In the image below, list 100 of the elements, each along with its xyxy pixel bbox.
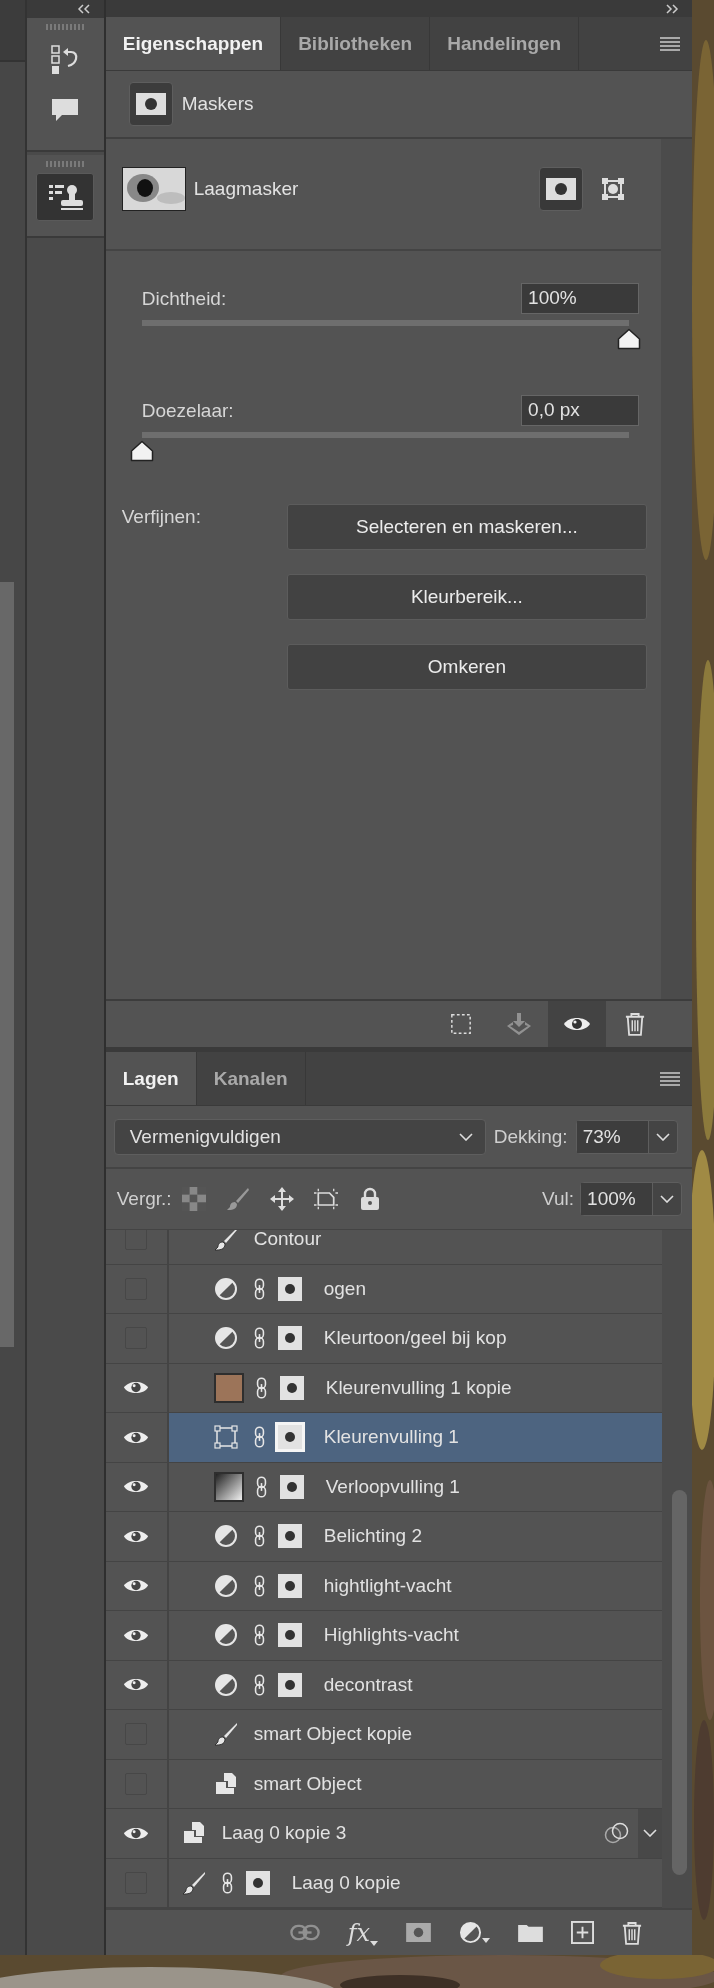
link-icon[interactable]: [255, 1474, 267, 1499]
layer-name: Contour: [253, 1230, 322, 1251]
action-button[interactable]: Kleurbereik...: [286, 574, 648, 621]
new-layer-button[interactable]: [571, 1921, 595, 1944]
trash-icon: [622, 1920, 643, 1945]
layer-name: smart Object kopie: [253, 1723, 413, 1746]
smart-object-icon: [181, 1821, 206, 1846]
pixel-mask-button[interactable]: [539, 167, 584, 212]
slider-label: Dichtheid:: [141, 287, 227, 310]
layer-row[interactable]: Laag 0 kopie: [105, 1858, 663, 1908]
link-icon[interactable]: [253, 1524, 265, 1549]
grip-handle[interactable]: [46, 24, 85, 30]
expand-icon[interactable]: [664, 3, 681, 14]
adjustment-icon: [213, 1276, 238, 1301]
blend-mode-dropdown[interactable]: Vermenigvuldigen: [113, 1118, 486, 1155]
layer-row[interactable]: smart Object: [105, 1759, 663, 1809]
folder-icon: [518, 1923, 544, 1942]
mask-label: Laagmasker: [193, 178, 299, 201]
adjustment-icon: [213, 1524, 238, 1549]
move-icon[interactable]: [269, 1187, 294, 1211]
layer-name: hightlight-vacht: [323, 1574, 452, 1597]
link-icon[interactable]: [253, 1672, 265, 1697]
opacity-label: Dekking:: [493, 1125, 568, 1148]
link-icon[interactable]: [253, 1425, 265, 1450]
lock-label: Vergr.:: [116, 1188, 172, 1210]
adjustment-button[interactable]: [459, 1921, 491, 1944]
new-group-button[interactable]: [518, 1923, 544, 1942]
layer-row[interactable]: Highlights-vacht: [105, 1611, 663, 1661]
layer-name: Kleurenvulling 1: [323, 1426, 459, 1449]
chevron-icon: [643, 1829, 658, 1838]
layer-name: Belichting 2: [323, 1525, 422, 1548]
mask-button[interactable]: [128, 82, 173, 127]
panel-tab[interactable]: Kanalen: [196, 1052, 306, 1105]
link-icon[interactable]: [253, 1573, 265, 1598]
link-icon[interactable]: [255, 1375, 267, 1400]
section-title: Maskers: [181, 93, 254, 116]
layer-name: decontrast: [323, 1673, 413, 1696]
layer-row[interactable]: hightlight-vacht: [105, 1561, 663, 1611]
scrollbar-thumb[interactable]: [672, 1490, 688, 1875]
effects-button[interactable]: fx: [347, 1918, 379, 1947]
trash-icon: [625, 1012, 646, 1037]
caret-icon: [370, 1940, 379, 1946]
gradient-thumbnail: [213, 1471, 244, 1502]
plus-square-icon: [571, 1921, 595, 1944]
brush-icon[interactable]: [225, 1187, 250, 1211]
layer-row[interactable]: Contour: [105, 1230, 663, 1265]
menu-icon[interactable]: [660, 1071, 681, 1086]
properties-button[interactable]: [36, 173, 95, 221]
slider-thumb[interactable]: [617, 328, 642, 351]
layer-row[interactable]: smart Object kopie: [105, 1710, 663, 1760]
scrollbar-track[interactable]: [662, 1230, 693, 1908]
mask-icon: [406, 1923, 432, 1942]
layer-name: Laag 0 kopie: [291, 1871, 401, 1894]
grip-handle[interactable]: [46, 161, 85, 167]
link-icon[interactable]: [253, 1623, 265, 1648]
chevron-down-icon: [458, 1132, 473, 1141]
visibility-button[interactable]: [548, 1001, 607, 1048]
panel-tab[interactable]: Handelingen: [430, 17, 580, 71]
fill-label: Vul:: [542, 1188, 575, 1210]
artboard-icon[interactable]: [313, 1187, 338, 1211]
menu-icon[interactable]: [660, 36, 681, 51]
mask-icon: [135, 93, 166, 116]
layer-row[interactable]: decontrast: [105, 1660, 663, 1710]
link-icon: [289, 1924, 320, 1941]
chevron-down-icon: [660, 1195, 675, 1203]
layer-row[interactable]: Belichting 2: [105, 1512, 663, 1562]
layer-row[interactable]: Laag 0 kopie 3: [105, 1809, 663, 1859]
collapse-icon[interactable]: [75, 4, 92, 14]
caret-icon: [482, 1938, 491, 1943]
panel-tab[interactable]: Eigenschappen: [105, 17, 282, 71]
add-mask-button[interactable]: [406, 1923, 432, 1942]
link-icon[interactable]: [253, 1276, 265, 1301]
layer-name: Kleurtoon/geel bij kop: [323, 1327, 507, 1350]
slider-thumb[interactable]: [129, 440, 154, 463]
panel-tab[interactable]: Bibliotheken: [281, 17, 431, 71]
brush-icon: [213, 1722, 238, 1747]
layer-row[interactable]: ogen: [105, 1264, 663, 1314]
layer-row[interactable]: Verloopvulling 1: [105, 1462, 663, 1512]
mask-icon: [546, 178, 577, 201]
value-field[interactable]: 100%: [521, 283, 640, 315]
panel-tab[interactable]: Lagen: [105, 1052, 197, 1105]
mask-thumbnail[interactable]: [274, 1422, 305, 1453]
brush-icon: [181, 1870, 206, 1895]
expand-toggle[interactable]: [638, 1809, 663, 1858]
adjustment-icon: [213, 1326, 238, 1351]
delete-button[interactable]: [622, 1920, 643, 1945]
action-button[interactable]: Selecteren en maskeren...: [286, 504, 648, 551]
action-button[interactable]: Omkeren: [286, 644, 648, 691]
opacity-field[interactable]: 73%: [575, 1119, 678, 1154]
link-icon[interactable]: [253, 1326, 265, 1351]
link-icon[interactable]: [221, 1870, 233, 1895]
brush-icon: [213, 1230, 238, 1252]
adjustment-icon: [459, 1921, 483, 1944]
refine-label: Verfijnen:: [121, 505, 202, 530]
layer-row[interactable]: Kleurtoon/geel bij kop: [105, 1314, 663, 1364]
dashed-selection-icon: [450, 1013, 473, 1036]
layer-name: Kleurenvulling 1 kopie: [325, 1376, 512, 1399]
fill-field[interactable]: 100%: [580, 1182, 683, 1216]
scrollbar-track[interactable]: [661, 139, 693, 1000]
value-field[interactable]: 0,0 px: [521, 395, 640, 427]
